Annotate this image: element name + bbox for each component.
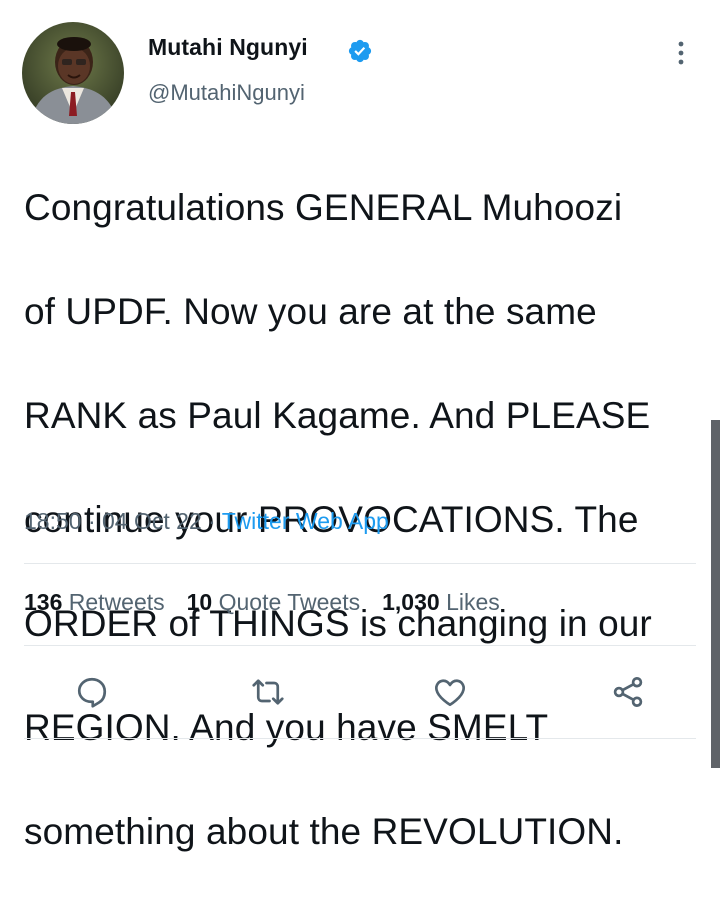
quote-tweets-label: Quote Tweets (218, 589, 361, 615)
tweet-metadata: 18:50 · 04 Oct 22 · Twitter Web App (24, 508, 389, 535)
meta-separator: · (201, 508, 222, 534)
tweet-text-line: something about the REVOLUTION. (24, 811, 624, 852)
divider (24, 645, 696, 646)
likes-count: 1,030 (382, 589, 440, 615)
user-handle[interactable]: @MutahiNgunyi (148, 80, 305, 106)
heart-icon[interactable] (432, 674, 468, 710)
quote-tweets-count: 10 (186, 589, 213, 615)
scrollbar[interactable] (711, 420, 720, 768)
meta-separator: · (81, 508, 103, 534)
share-icon[interactable] (610, 674, 646, 710)
retweet-icon[interactable] (250, 674, 286, 710)
likes-stat[interactable]: 1,030 Likes (382, 589, 500, 615)
likes-label: Likes (446, 589, 500, 615)
tweet-text-line: Congratulations GENERAL Muhoozi (24, 187, 623, 228)
retweets-count: 136 (24, 589, 63, 615)
tweet-detail: Mutahi Ngunyi @MutahiNgunyi Congratulati… (0, 0, 720, 852)
engagement-stats: 136 Retweets 10 Quote Tweets 1,030 Likes (24, 589, 500, 616)
retweets-label: Retweets (68, 589, 165, 615)
tweet-text-line: RANK as Paul Kagame. And PLEASE (24, 395, 651, 436)
tweet-text-line: of UPDF. Now you are at the same (24, 291, 597, 332)
quote-tweets-stat[interactable]: 10 Quote Tweets (187, 589, 360, 615)
display-name[interactable]: Mutahi Ngunyi (148, 34, 308, 61)
tweet-date[interactable]: 04 Oct 22 (102, 508, 202, 534)
avatar[interactable] (22, 22, 124, 124)
divider (24, 563, 696, 564)
retweets-stat[interactable]: 136 Retweets (24, 589, 165, 615)
divider (24, 738, 696, 739)
more-options-icon[interactable] (666, 38, 696, 68)
reply-icon[interactable] (74, 674, 110, 710)
tweet-time[interactable]: 18:50 (24, 508, 82, 534)
verified-badge-icon (348, 39, 372, 63)
tweet-text-line: REGION. And you have SMELT (24, 707, 549, 748)
tweet-source-link[interactable]: Twitter Web App (222, 508, 389, 534)
